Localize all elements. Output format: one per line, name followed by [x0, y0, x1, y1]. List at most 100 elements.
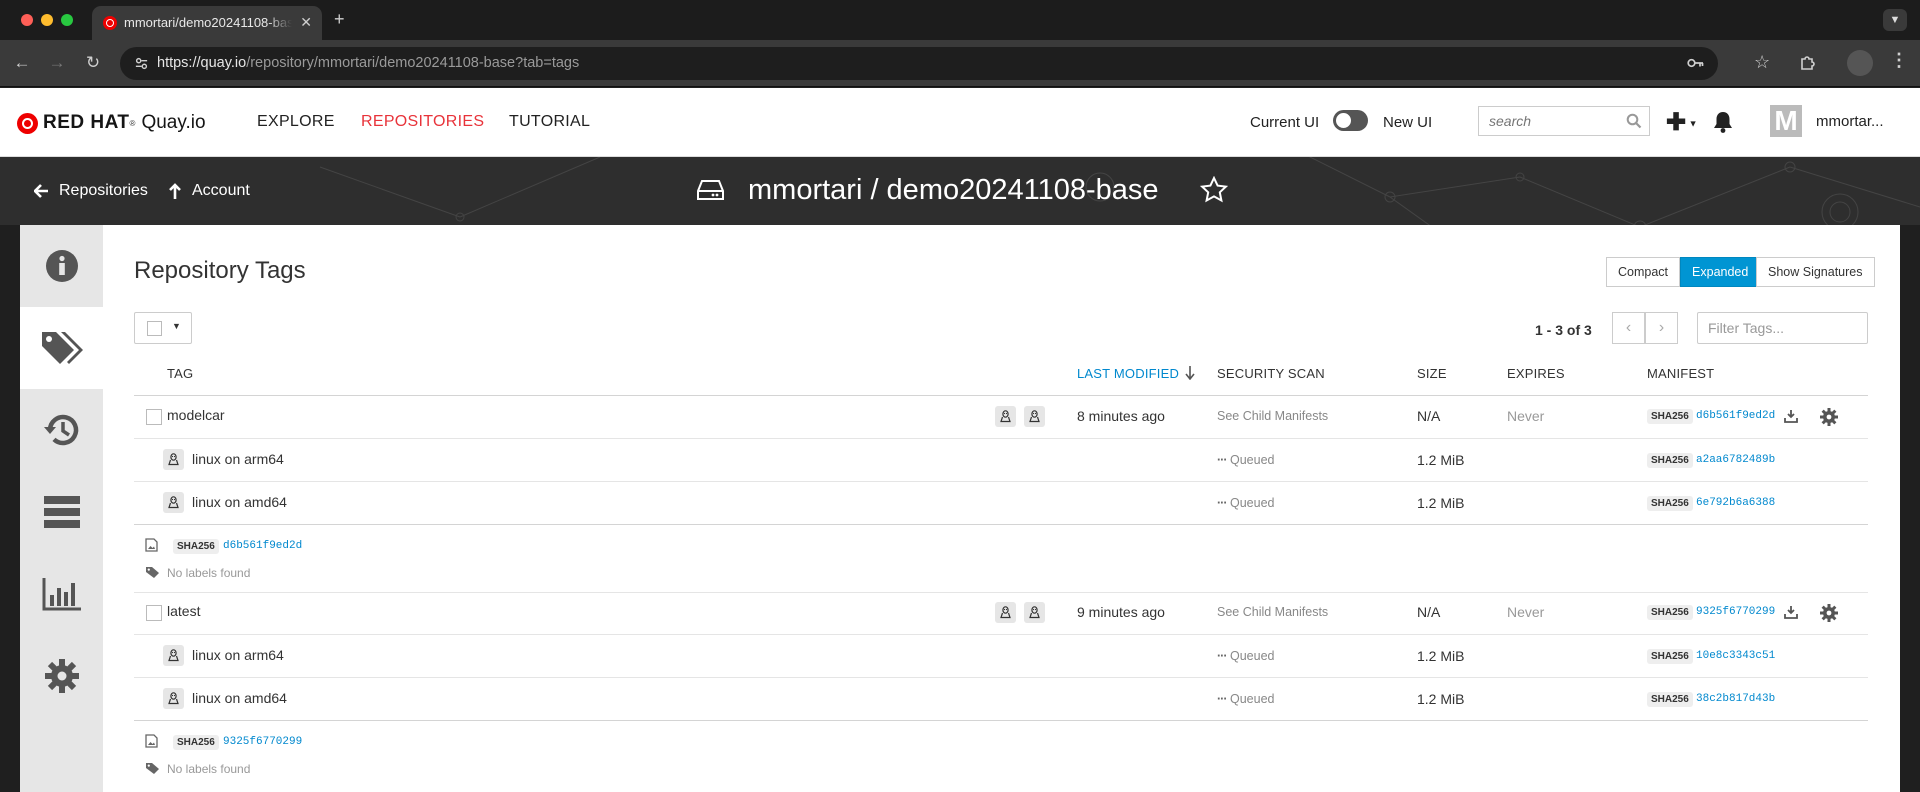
column-header-tag[interactable]: TAG	[167, 366, 193, 381]
address-bar[interactable]: https://quay.io/repository/mmortari/demo…	[120, 47, 1770, 80]
manifest-digest-link[interactable]: d6b561f9ed2d	[1696, 410, 1775, 422]
tag-name[interactable]: latest	[167, 603, 200, 619]
side-nav-settings[interactable]	[20, 635, 103, 717]
view-mode-toggle: Compact Expanded	[1606, 257, 1761, 287]
password-key-icon[interactable]	[1687, 57, 1704, 69]
column-header-security-scan[interactable]: SECURITY SCAN	[1217, 366, 1325, 381]
manifest-digest-link[interactable]: 9325f6770299	[1696, 606, 1775, 618]
tag-expires[interactable]: Never	[1507, 604, 1544, 620]
linux-tux-icon	[1029, 606, 1040, 619]
breadcrumb-repositories[interactable]: Repositories	[34, 182, 148, 200]
header-search	[1478, 106, 1650, 136]
window-close-button[interactable]	[21, 14, 33, 26]
profile-avatar-icon[interactable]	[1847, 50, 1873, 76]
compact-view-button[interactable]: Compact	[1606, 257, 1681, 287]
tag-row-checkbox[interactable]	[146, 409, 162, 425]
platform-linux-badge	[995, 406, 1016, 427]
child-manifest-digest-link[interactable]: 10e8c3343c51	[1696, 650, 1775, 662]
repo-banner: Repositories Account mmortari / demo2024…	[0, 157, 1920, 225]
site-info-icon[interactable]	[134, 56, 149, 71]
details-digest-link[interactable]: d6b561f9ed2d	[223, 540, 302, 552]
child-size: 1.2 MiB	[1417, 452, 1465, 468]
next-page-button[interactable]: ›	[1645, 312, 1678, 344]
nav-repositories[interactable]: REPOSITORIES	[361, 113, 484, 131]
tag-security-scan[interactable]: See Child Manifests	[1217, 605, 1328, 619]
logo-trademark: ®	[129, 118, 136, 128]
tags-icon	[41, 332, 83, 364]
ui-toggle-switch[interactable]	[1333, 110, 1368, 131]
new-tab-button[interactable]: +	[334, 9, 345, 30]
child-size: 1.2 MiB	[1417, 691, 1465, 707]
new-ui-label: New UI	[1383, 114, 1433, 131]
tab-search-chevron-icon[interactable]: ▼	[1883, 9, 1907, 31]
image-file-icon	[145, 734, 158, 753]
column-header-last-modified[interactable]: LAST MODIFIED	[1077, 366, 1179, 381]
current-ui-label: Current UI	[1250, 114, 1320, 131]
child-manifest-digest-link[interactable]: a2aa6782489b	[1696, 454, 1775, 466]
tag-name[interactable]: modelcar	[167, 407, 225, 423]
column-header-size[interactable]: SIZE	[1417, 366, 1447, 381]
row-divider	[134, 438, 1868, 439]
side-nav-tags[interactable]	[20, 307, 103, 389]
forward-arrow-icon[interactable]: →	[46, 52, 68, 74]
star-repo-icon[interactable]	[1200, 176, 1228, 203]
search-icon[interactable]	[1626, 113, 1642, 129]
image-file-icon	[145, 538, 158, 557]
download-icon[interactable]	[1784, 409, 1798, 428]
breadcrumb-account[interactable]: Account	[168, 182, 250, 200]
browser-menu-icon[interactable]: ⋮	[1890, 50, 1908, 71]
linux-tux-icon	[1029, 410, 1040, 423]
select-all-checkbox[interactable]	[147, 321, 162, 336]
select-all-dropdown[interactable]: ▼	[134, 312, 192, 344]
quay-logo[interactable]: RED HAT ® Quay.io	[17, 110, 206, 136]
row-divider	[134, 634, 1868, 635]
window-maximize-button[interactable]	[61, 14, 73, 26]
column-header-expires[interactable]: EXPIRES	[1507, 366, 1565, 381]
child-platform: linux on arm64	[192, 451, 284, 467]
bookmark-star-icon[interactable]: ☆	[1754, 52, 1770, 73]
sha256-badge: SHA256	[1647, 453, 1693, 468]
platform-linux-badge	[163, 492, 184, 513]
reload-icon[interactable]: ↻	[82, 52, 104, 74]
nav-tutorial[interactable]: TUTORIAL	[509, 113, 590, 131]
child-platform: linux on amd64	[192, 494, 287, 510]
tag-settings-gear-icon[interactable]	[1820, 408, 1838, 431]
tag-security-scan[interactable]: See Child Manifests	[1217, 409, 1328, 423]
nav-explore[interactable]: EXPLORE	[257, 113, 335, 131]
back-arrow-icon[interactable]: ←	[11, 52, 33, 74]
create-new-plus-icon[interactable]: ✚ ▼	[1666, 108, 1698, 137]
notifications-bell-icon[interactable]	[1712, 110, 1734, 134]
expanded-view-button[interactable]: Expanded	[1680, 257, 1761, 287]
child-manifest-digest-link[interactable]: 38c2b817d43b	[1696, 693, 1775, 705]
quay-header: RED HAT ® Quay.io EXPLORE REPOSITORIES T…	[0, 88, 1920, 157]
sort-down-arrow-icon[interactable]	[1185, 366, 1195, 380]
side-nav-usage-logs[interactable]	[20, 553, 103, 635]
search-input[interactable]	[1479, 107, 1609, 135]
child-scan-status: Queued	[1229, 649, 1275, 663]
side-nav-history[interactable]	[20, 389, 103, 471]
tag-expires[interactable]: Never	[1507, 408, 1544, 424]
extensions-icon[interactable]	[1799, 54, 1817, 72]
tab-close-icon[interactable]: ✕	[300, 14, 312, 31]
username-menu[interactable]: mmortar...	[1816, 113, 1884, 130]
show-signatures-button[interactable]: Show Signatures	[1756, 257, 1875, 287]
side-nav-info[interactable]	[20, 225, 103, 307]
column-header-manifest[interactable]: MANIFEST	[1647, 366, 1714, 381]
details-digest-link[interactable]: 9325f6770299	[223, 736, 302, 748]
platform-linux-badge	[995, 602, 1016, 623]
child-manifest-digest-link[interactable]: 6e792b6a6388	[1696, 497, 1775, 509]
labels-tag-icon	[145, 762, 162, 780]
tag-row-checkbox[interactable]	[146, 605, 162, 621]
sha256-badge: SHA256	[173, 735, 219, 750]
user-avatar[interactable]: M	[1770, 105, 1802, 137]
window-minimize-button[interactable]	[41, 14, 53, 26]
side-nav-builds[interactable]	[20, 471, 103, 553]
tag-last-modified: 9 minutes ago	[1077, 604, 1165, 620]
filter-tags-input[interactable]	[1697, 312, 1868, 344]
row-divider	[134, 524, 1868, 525]
browser-tab[interactable]: mmortari/demo20241108-base ✕	[92, 6, 322, 40]
prev-page-button[interactable]: ‹	[1612, 312, 1645, 344]
download-icon[interactable]	[1784, 605, 1798, 624]
tag-settings-gear-icon[interactable]	[1820, 604, 1838, 627]
info-circle-icon	[45, 250, 78, 282]
